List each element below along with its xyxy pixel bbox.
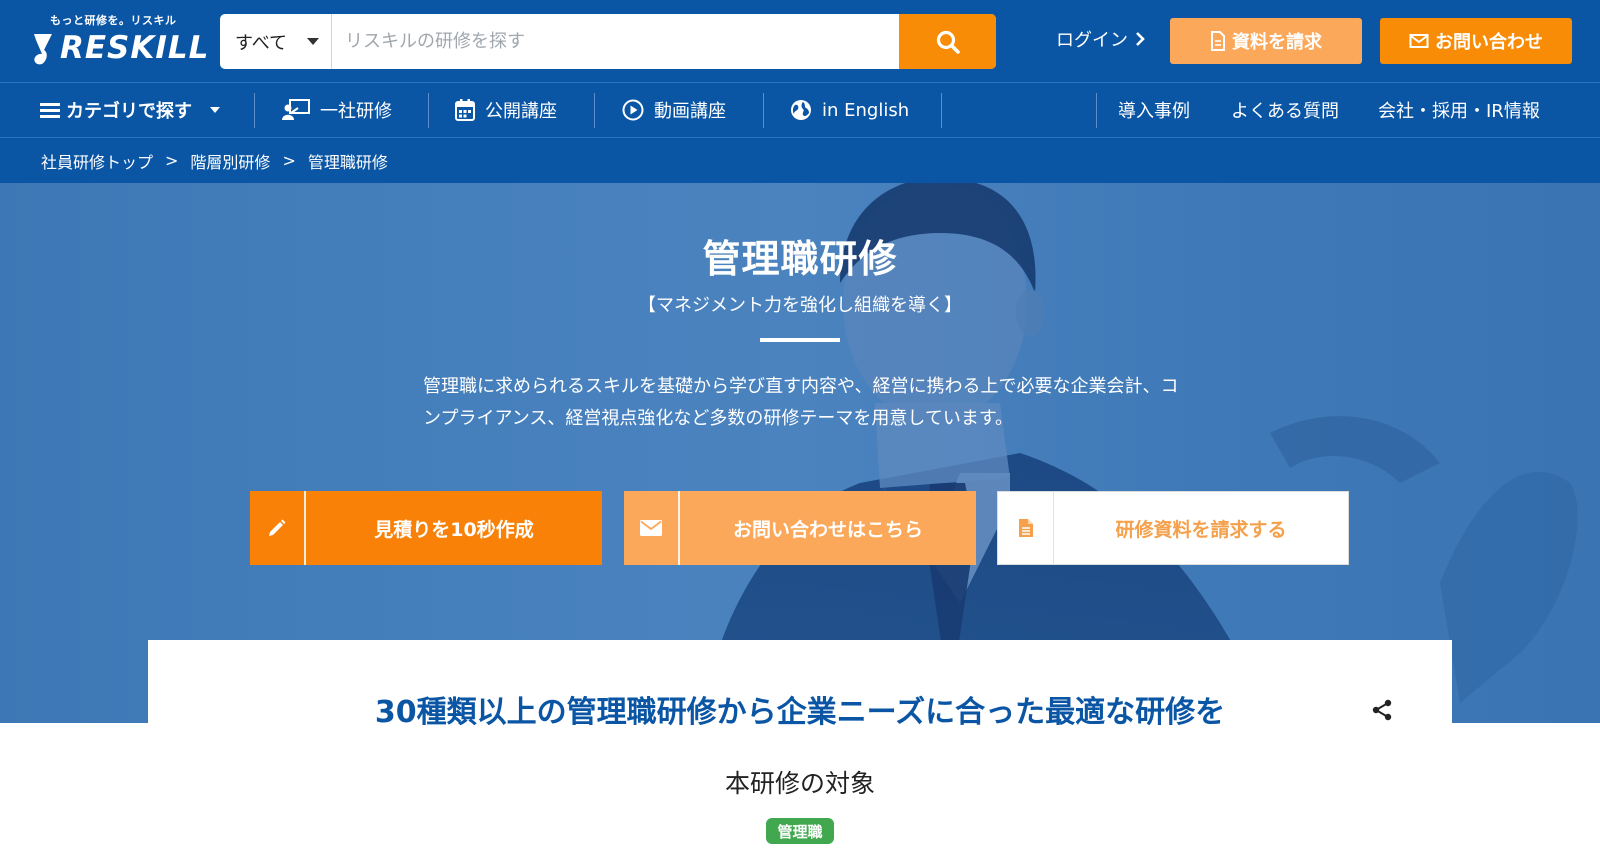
search-input[interactable] xyxy=(333,14,899,69)
nav-item-public-courses[interactable]: 公開講座 xyxy=(455,83,557,137)
nav-divider xyxy=(941,93,942,128)
envelope-icon xyxy=(640,520,662,536)
main-nav: カテゴリで探す 一社研修 公開講座 動画講座 in English 導入事例 よ… xyxy=(0,82,1600,138)
nav-item-in-english[interactable]: in English xyxy=(790,83,909,137)
envelope-icon xyxy=(1409,34,1429,48)
nav-category-label: カテゴリで探す xyxy=(66,101,192,122)
contact-label: お問い合わせ xyxy=(1435,32,1543,53)
logo-mark-icon xyxy=(34,34,52,65)
title-underline xyxy=(760,338,840,342)
teacher-board-icon xyxy=(282,99,310,120)
search-category-select[interactable]: すべて xyxy=(220,14,332,69)
calendar-icon xyxy=(455,99,475,121)
breadcrumb-item-current: 管理職研修 xyxy=(307,152,388,172)
nav-item-company-info[interactable]: 会社・採用・IR情報 xyxy=(1378,83,1540,137)
nav-divider xyxy=(428,93,429,128)
nav-item-label: 一社研修 xyxy=(320,101,392,122)
hamburger-icon xyxy=(40,103,60,118)
nav-item-label: 公開講座 xyxy=(485,101,557,122)
nav-category-dropdown[interactable]: カテゴリで探す xyxy=(40,83,220,137)
nav-item-label: 会社・採用・IR情報 xyxy=(1378,101,1540,122)
search-icon xyxy=(936,30,960,54)
share-icon[interactable] xyxy=(1370,698,1394,722)
caret-down-icon xyxy=(307,38,319,45)
request-materials-button[interactable]: 研修資料を請求する xyxy=(997,491,1349,565)
nav-item-label: in English xyxy=(822,99,910,121)
hero-description: 管理職に求められるスキルを基礎から学び直す内容や、経営に携わる上で必要な企業会計… xyxy=(423,376,1179,429)
document-icon xyxy=(1211,31,1225,51)
nav-item-inhouse-training[interactable]: 一社研修 xyxy=(282,83,392,137)
estimate-button[interactable]: 見積りを10秒作成 xyxy=(250,491,602,565)
breadcrumb: 社員研修トップ > 階層別研修 > 管理職研修 xyxy=(0,138,1600,183)
intro-card: 30種類以上の管理職研修から企業ニーズに合った最適な研修を xyxy=(148,640,1452,730)
play-circle-icon xyxy=(622,99,644,121)
search-button[interactable] xyxy=(899,14,996,69)
breadcrumb-item[interactable]: 階層別研修 xyxy=(190,149,270,173)
estimate-button-label: 見積りを10秒作成 xyxy=(374,518,534,541)
caret-down-icon xyxy=(210,107,220,113)
nav-divider xyxy=(763,93,764,128)
site-header: もっと研修を。リスキル RESKILL すべて ログイン 資料を xyxy=(0,0,1600,82)
breadcrumb-item[interactable]: 社員研修トップ xyxy=(41,149,153,173)
target-audience-title: 本研修の対象 xyxy=(724,769,875,798)
nav-item-case-studies[interactable]: 導入事例 xyxy=(1118,83,1190,137)
nav-item-label: 動画講座 xyxy=(654,101,726,122)
contact-button[interactable]: お問い合わせ xyxy=(1380,18,1572,64)
document-icon xyxy=(1018,519,1033,537)
request-materials-button-label: 研修資料を請求する xyxy=(1115,518,1287,541)
search-bar: すべて xyxy=(220,14,996,69)
request-docs-button[interactable]: 資料を請求 xyxy=(1170,18,1362,64)
reskill-logo[interactable]: もっと研修を。リスキル RESKILL xyxy=(30,12,208,72)
inquiry-button-label: お問い合わせはこちら xyxy=(732,518,923,541)
login-label: ログイン xyxy=(1056,30,1128,51)
login-link[interactable]: ログイン xyxy=(1056,26,1146,52)
nav-divider xyxy=(1096,93,1097,128)
search-category-value: すべて xyxy=(235,32,288,54)
cta-icon-wrap xyxy=(250,491,306,565)
nav-item-faq[interactable]: よくある質問 xyxy=(1231,83,1339,137)
logo-tagline: もっと研修を。リスキル xyxy=(50,14,177,27)
cta-icon-wrap xyxy=(998,491,1054,565)
cta-icon-wrap xyxy=(624,491,680,565)
request-docs-label: 資料を請求 xyxy=(1232,32,1322,53)
nav-divider xyxy=(594,93,595,128)
breadcrumb-separator: > xyxy=(165,151,179,170)
nav-item-label: よくある質問 xyxy=(1231,101,1339,122)
pencil-icon xyxy=(269,519,286,536)
chevron-right-icon xyxy=(1136,32,1145,46)
page-subtitle: 【マネジメント力を強化し組織を導く】 xyxy=(638,295,962,316)
nav-divider xyxy=(254,93,255,128)
page-title: 管理職研修 xyxy=(702,237,898,281)
logo-text: RESKILL xyxy=(60,30,210,66)
inquiry-button[interactable]: お問い合わせはこちら xyxy=(624,491,976,565)
nav-item-video-courses[interactable]: 動画講座 xyxy=(622,83,726,137)
breadcrumb-separator: > xyxy=(282,151,296,170)
target-badge: 管理職 xyxy=(766,818,834,844)
globe-icon xyxy=(791,100,811,120)
nav-item-label: 導入事例 xyxy=(1118,101,1190,122)
section-heading: 30種類以上の管理職研修から企業ニーズに合った最適な研修を xyxy=(374,695,1226,730)
